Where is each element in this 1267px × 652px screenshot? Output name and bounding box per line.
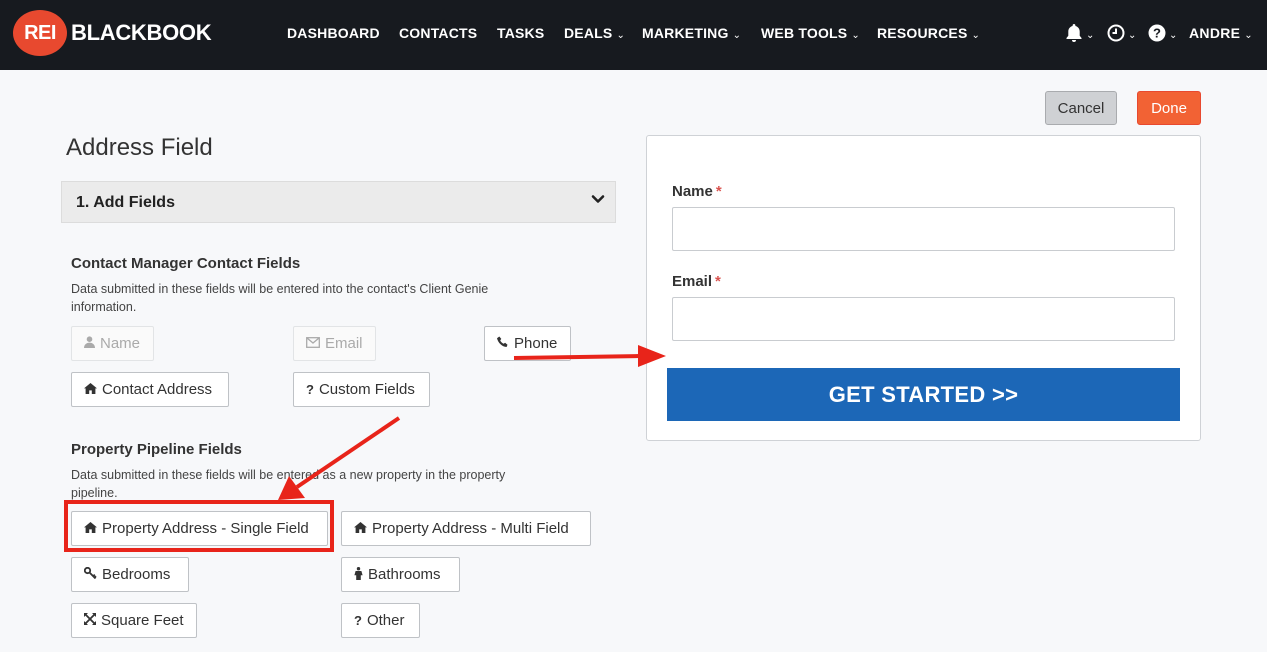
nav-marketing[interactable]: MARKETING ⌄: [642, 25, 741, 41]
name-field-button: Name: [71, 326, 154, 361]
phone-icon: [497, 336, 509, 351]
bell-icon: [1066, 24, 1082, 43]
property-fields-title: Property Pipeline Fields: [71, 441, 242, 458]
nav-contacts[interactable]: CONTACTS: [399, 25, 477, 41]
svg-text:?: ?: [1153, 26, 1161, 41]
key-icon: [83, 566, 97, 582]
phone-field-button[interactable]: Phone: [484, 326, 571, 361]
nav-deals[interactable]: DEALS ⌄: [564, 25, 625, 41]
help-icon: ?: [1148, 24, 1166, 42]
chevron-down-icon: ⌄: [616, 30, 626, 41]
name-label: Name *: [672, 183, 722, 200]
add-fields-accordion-header[interactable]: 1. Add Fields: [61, 181, 616, 223]
notifications-menu[interactable]: ⌄: [1065, 22, 1094, 43]
recent-menu[interactable]: ⌄: [1107, 22, 1136, 43]
custom-fields-button[interactable]: ? Custom Fields: [293, 372, 430, 407]
email-field-button: Email: [293, 326, 376, 361]
chevron-down-icon: ⌄: [732, 30, 742, 41]
home-icon: [354, 521, 367, 536]
question-icon: ?: [306, 382, 314, 397]
annotation-highlight-box: [64, 500, 334, 552]
contact-fields-description: Data submitted in these fields will be e…: [71, 282, 489, 314]
done-button[interactable]: Done: [1137, 91, 1201, 125]
section-label: 1. Add Fields: [76, 194, 175, 211]
bathrooms-field-button[interactable]: Bathrooms: [341, 557, 460, 592]
chevron-down-icon: ⌄: [1128, 30, 1137, 41]
envelope-icon: [306, 336, 320, 351]
property-address-multi-field-button[interactable]: Property Address - Multi Field: [341, 511, 591, 546]
expand-icon: [84, 613, 96, 628]
property-fields-description: Data submitted in these fields will be e…: [71, 468, 506, 500]
bedrooms-field-button[interactable]: Bedrooms: [71, 557, 189, 592]
name-input[interactable]: [672, 207, 1175, 251]
user-menu[interactable]: ANDRE ⌄: [1189, 25, 1253, 41]
nav-tasks[interactable]: TASKS: [497, 25, 544, 41]
app-logo[interactable]: REI BLACKBOOK: [13, 10, 212, 56]
clock-icon: [1107, 24, 1125, 42]
get-started-button[interactable]: GET STARTED >>: [667, 368, 1180, 421]
chevron-down-icon: ⌄: [1086, 30, 1095, 41]
logo-text: BLACKBOOK: [71, 20, 212, 45]
user-icon: [84, 336, 95, 351]
home-icon: [84, 382, 97, 397]
chevron-down-icon: ⌄: [851, 30, 860, 41]
square-feet-field-button[interactable]: Square Feet: [71, 603, 197, 638]
contact-fields-title: Contact Manager Contact Fields: [71, 255, 301, 272]
email-input[interactable]: [672, 297, 1175, 341]
chevron-down-icon: [591, 195, 605, 203]
top-navbar: REI BLACKBOOK DASHBOARD CONTACTS TASKS D…: [0, 0, 1267, 70]
logo-badge: REI: [13, 10, 67, 56]
nav-dashboard[interactable]: DASHBOARD: [287, 25, 380, 41]
email-label: Email *: [672, 273, 721, 290]
nav-resources[interactable]: RESOURCES ⌄: [877, 25, 980, 41]
cancel-button[interactable]: Cancel: [1045, 91, 1117, 125]
chevron-down-icon: ⌄: [971, 30, 981, 41]
other-field-button[interactable]: ? Other: [341, 603, 420, 638]
required-marker: *: [715, 183, 722, 200]
question-icon: ?: [354, 613, 362, 628]
nav-web-tools[interactable]: WEB TOOLS ⌄: [761, 25, 860, 41]
help-menu[interactable]: ? ⌄: [1148, 22, 1177, 43]
chevron-down-icon: ⌄: [1244, 30, 1253, 41]
contact-address-field-button[interactable]: Contact Address: [71, 372, 229, 407]
required-marker: *: [715, 273, 721, 290]
page-title: Address Field: [66, 134, 213, 161]
chevron-down-icon: ⌄: [1169, 30, 1178, 41]
person-icon: [354, 566, 363, 583]
